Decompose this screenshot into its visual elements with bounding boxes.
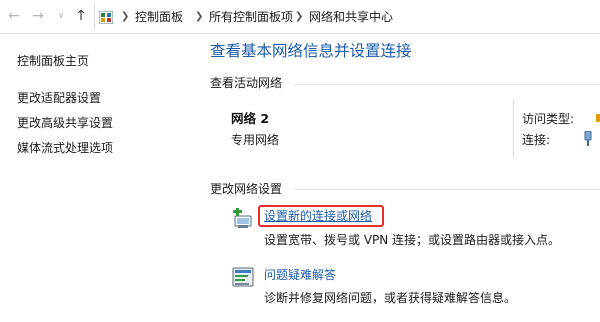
breadcrumb-separator-icon: ❯ (295, 11, 304, 22)
breadcrumb-all-items[interactable]: 所有控制面板项 (209, 10, 293, 24)
back-icon[interactable]: ← (6, 8, 22, 24)
sidebar-item-advanced-sharing[interactable]: 更改高级共享设置 (17, 116, 113, 130)
change-settings-heading: 更改网络设置 (210, 182, 283, 196)
address-toolbar: ← → ∨ ↑ ❯ 控制面板 ❯ 所有控制面板项 ❯ 网络和共享中心 (0, 0, 600, 34)
network-info-divider (513, 100, 514, 158)
section-divider (294, 84, 600, 85)
section-divider (294, 189, 600, 190)
breadcrumb-network-center[interactable]: 网络和共享中心 (309, 10, 393, 24)
ethernet-connection-icon[interactable] (583, 131, 593, 147)
sidebar-item-control-panel-home[interactable]: 控制面板主页 (17, 54, 89, 68)
network-type: 专用网络 (231, 133, 280, 147)
active-networks-heading: 查看活动网络 (210, 76, 283, 90)
breadcrumb-separator-icon: ❯ (121, 11, 130, 22)
connections-label: 连接: (522, 133, 551, 147)
network-name: 网络 2 (231, 111, 270, 126)
control-panel-icon (99, 11, 113, 24)
troubleshoot-description: 诊断并修复网络问题，或者获得疑难解答信息。 (264, 291, 517, 305)
network-sharing-center-window: ← → ∨ ↑ ❯ 控制面板 ❯ 所有控制面板项 ❯ 网络和共享中心 控制面板主… (0, 0, 600, 322)
troubleshoot-icon (232, 267, 254, 287)
sidebar-item-media-streaming[interactable]: 媒体流式处理选项 (17, 141, 113, 155)
sidebar-item-change-adapter[interactable]: 更改适配器设置 (17, 91, 101, 105)
breadcrumb-control-panel[interactable]: 控制面板 (135, 10, 183, 24)
access-type-label: 访问类型: (522, 112, 575, 126)
troubleshoot-link[interactable]: 问题疑难解答 (264, 268, 336, 282)
up-icon[interactable]: ↑ (73, 8, 89, 24)
breadcrumb-separator-icon: ❯ (195, 11, 204, 22)
page-title: 查看基本网络信息并设置连接 (210, 42, 412, 60)
recent-locations-chevron-icon[interactable]: ∨ (53, 8, 69, 24)
internet-access-icon (596, 114, 600, 122)
new-connection-icon (233, 208, 252, 228)
forward-icon[interactable]: → (30, 8, 46, 24)
highlight-annotation (258, 205, 384, 227)
address-bar[interactable]: ❯ 控制面板 ❯ 所有控制面板项 ❯ 网络和共享中心 (94, 4, 600, 30)
setup-new-connection-description: 设置宽带、拨号或 VPN 连接；或设置路由器或接入点。 (264, 233, 561, 247)
